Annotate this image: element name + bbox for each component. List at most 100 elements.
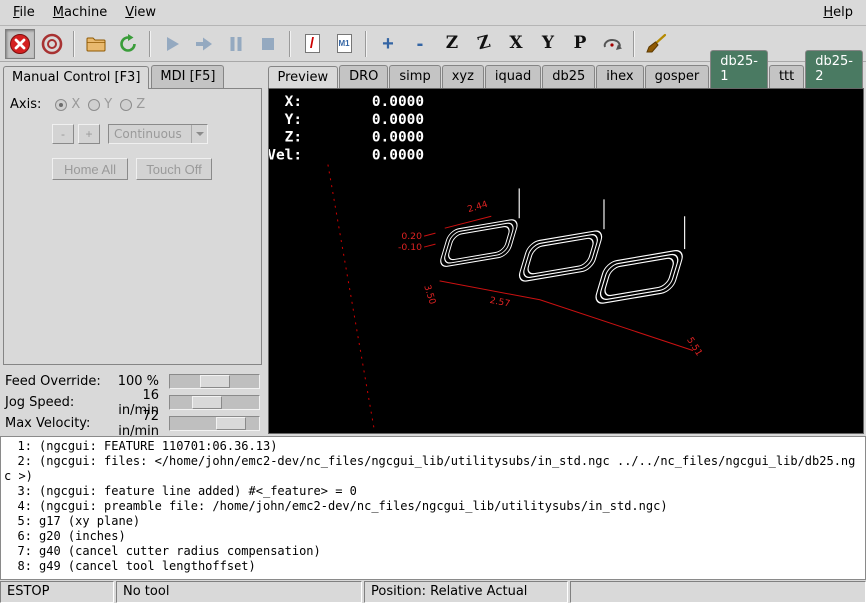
- view-z-button[interactable]: Z: [437, 29, 467, 59]
- tab-db25[interactable]: db25: [542, 65, 595, 88]
- tab-preview[interactable]: Preview: [268, 66, 339, 89]
- step-button[interactable]: [189, 29, 219, 59]
- gcode-listing[interactable]: 1:(ngcgui: FEATURE 110701:06.36.13) 2:(n…: [0, 436, 866, 580]
- jog-plus-button[interactable]: +: [78, 124, 100, 144]
- gcode-line-text: (ngcgui: feature line added) #<_feature>…: [39, 484, 357, 498]
- gcode-line-text: (ngcgui: FEATURE 110701:06.36.13): [39, 439, 277, 453]
- tab-gosper[interactable]: gosper: [645, 65, 710, 88]
- view-x-button[interactable]: X: [501, 29, 531, 59]
- tab-dro[interactable]: DRO: [339, 65, 388, 88]
- gcode-line-number: 8:: [4, 559, 32, 574]
- machine-power-button[interactable]: [37, 29, 67, 59]
- stop-icon: [257, 33, 279, 55]
- chevron-down-icon: [191, 125, 207, 143]
- tab-mdi[interactable]: MDI [F5]: [151, 65, 224, 88]
- gcode-line-number: 6:: [4, 529, 32, 544]
- toggle-optional-pause-button[interactable]: M1: [329, 29, 359, 59]
- max-velocity-slider[interactable]: [169, 416, 260, 431]
- view-y-button[interactable]: Y: [533, 29, 563, 59]
- left-tab-strip: Manual Control [F3] MDI [F5]: [3, 64, 262, 88]
- preview-panel: Preview DRO simp xyz iquad db25 ihex gos…: [264, 62, 866, 436]
- status-filler: [570, 581, 866, 603]
- preview-viewport[interactable]: X: 0.0000 Y: 0.0000 Z: 0.0000 Vel: 0.000…: [268, 88, 865, 434]
- tab-manual-control[interactable]: Manual Control [F3]: [3, 66, 149, 89]
- estop-icon: [9, 33, 31, 55]
- slider-handle[interactable]: [200, 375, 230, 388]
- menu-help[interactable]: Help: [814, 2, 862, 23]
- step-icon: [193, 33, 215, 55]
- open-file-button[interactable]: [81, 29, 111, 59]
- toolbar-separator: [73, 31, 75, 57]
- pause-button[interactable]: [221, 29, 251, 59]
- optional-pause-glyph: M1: [338, 39, 349, 48]
- clear-plot-icon: [645, 33, 667, 55]
- home-row: Home All Touch Off: [52, 158, 255, 180]
- axis-radio-z[interactable]: Z: [120, 97, 145, 112]
- gcode-line-number: 2:: [4, 454, 32, 469]
- tab-db25-2[interactable]: db25-2: [805, 50, 863, 88]
- jog-minus-button[interactable]: -: [52, 124, 74, 144]
- home-all-button[interactable]: Home All: [52, 158, 128, 180]
- tab-ttt[interactable]: ttt: [769, 65, 804, 88]
- zoom-out-button[interactable]: -: [405, 29, 435, 59]
- dimension-labels: 2.44 0.20 -0.10 3.50 2.57 5.51: [397, 200, 703, 358]
- axis-radio-y-label: Y: [104, 97, 112, 112]
- zoom-in-icon: +: [382, 34, 394, 54]
- gcode-line-text: g40 (cancel cutter radius compensation): [39, 544, 321, 558]
- tab-simp[interactable]: simp: [389, 65, 440, 88]
- toolpath-part-3: [593, 216, 685, 305]
- gcode-line[interactable]: 1:(ngcgui: FEATURE 110701:06.36.13): [4, 439, 862, 454]
- gcode-line-number: 7:: [4, 544, 32, 559]
- rotate-view-button[interactable]: [597, 29, 627, 59]
- tab-db25-1[interactable]: db25-1: [710, 50, 768, 88]
- view-z-rotated-button[interactable]: Z: [469, 29, 499, 59]
- axis-radio-y[interactable]: Y: [88, 97, 112, 112]
- jog-speed-slider[interactable]: [169, 395, 260, 410]
- right-tab-strip: Preview DRO simp xyz iquad db25 ihex gos…: [268, 64, 865, 88]
- menu-view[interactable]: View: [116, 2, 165, 23]
- gcode-line[interactable]: 8:g49 (cancel tool lengthoffset): [4, 559, 862, 574]
- view-z-rotated-icon: Z: [476, 34, 492, 54]
- dim-label: 2.44: [466, 200, 489, 215]
- slider-handle[interactable]: [192, 396, 222, 409]
- manual-control-panel: Manual Control [F3] MDI [F5] Axis: X Y Z: [0, 62, 264, 436]
- gcode-line[interactable]: 7: g40 (cancel cutter radius compensation…: [4, 544, 862, 559]
- dro-z-value: 0.0000: [371, 130, 423, 146]
- gcode-line-text: (ngcgui: preamble file: /home/john/emc2-…: [39, 499, 668, 513]
- zoom-in-button[interactable]: +: [373, 29, 403, 59]
- toolbar-separator: [149, 31, 151, 57]
- run-button[interactable]: [157, 29, 187, 59]
- dro-z-label: Z:: [284, 130, 301, 146]
- tab-ihex[interactable]: ihex: [596, 65, 643, 88]
- preview-canvas[interactable]: X: 0.0000 Y: 0.0000 Z: 0.0000 Vel: 0.000…: [269, 89, 864, 433]
- estop-button[interactable]: [5, 29, 35, 59]
- axis-radio-x[interactable]: X: [55, 97, 80, 112]
- dro-vel-label: Vel:: [269, 148, 302, 164]
- tab-iquad[interactable]: iquad: [485, 65, 541, 88]
- clear-plot-button[interactable]: [641, 29, 671, 59]
- view-z-icon: Z: [446, 35, 458, 52]
- feed-override-slider[interactable]: [169, 374, 260, 389]
- toggle-skip-lines-button[interactable]: /: [297, 29, 327, 59]
- gcode-line[interactable]: 3:(ngcgui: feature line added) #<_featur…: [4, 484, 862, 499]
- gcode-line[interactable]: 6:g20 (inches): [4, 529, 862, 544]
- jog-mode-value: Continuous: [109, 127, 191, 141]
- view-perspective-button[interactable]: P: [565, 29, 595, 59]
- slider-handle[interactable]: [216, 417, 246, 430]
- gcode-line[interactable]: 5:g17 (xy plane): [4, 514, 862, 529]
- zoom-out-icon: -: [417, 34, 424, 54]
- tab-xyz[interactable]: xyz: [442, 65, 484, 88]
- reload-button[interactable]: [113, 29, 143, 59]
- jog-mode-select[interactable]: Continuous: [108, 124, 208, 144]
- axis-radio-z-label: Z: [136, 97, 145, 112]
- touch-off-button[interactable]: Touch Off: [136, 158, 212, 180]
- open-folder-icon: [85, 33, 107, 55]
- view-perspective-icon: P: [574, 35, 587, 52]
- gcode-line[interactable]: 4:(ngcgui: preamble file: /home/john/emc…: [4, 499, 862, 514]
- gcode-line[interactable]: 2:(ngcgui: files: </home/john/emc2-dev/n…: [4, 454, 862, 484]
- stop-button[interactable]: [253, 29, 283, 59]
- menu-machine[interactable]: Machine: [44, 2, 116, 23]
- feed-override-label: Feed Override:: [5, 374, 101, 389]
- dim-label: 0.20: [401, 232, 422, 242]
- menu-file[interactable]: File: [4, 2, 44, 23]
